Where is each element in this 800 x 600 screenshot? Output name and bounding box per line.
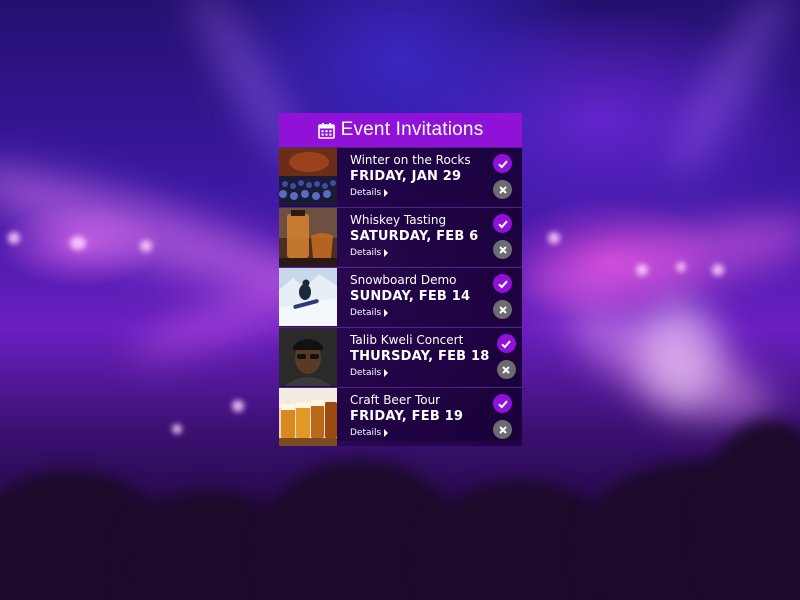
details-link[interactable]: Details (350, 186, 486, 200)
event-actions (486, 148, 522, 206)
event-info: Talib Kweli Concert THURSDAY, FEB 18 Det… (337, 328, 490, 386)
details-link[interactable]: Details (350, 366, 490, 380)
caret-right-icon (384, 369, 389, 377)
close-icon (498, 245, 507, 254)
event-row: Winter on the Rocks FRIDAY, JAN 29 Detai… (279, 147, 522, 206)
event-invitations-widget: Event Invitations Winter on the Rocks FR… (279, 113, 522, 446)
event-date: FRIDAY, JAN 29 (350, 169, 462, 184)
event-name: Winter on the Rocks (350, 153, 471, 167)
event-info: Craft Beer Tour FRIDAY, FEB 19 Details (337, 388, 486, 446)
details-label: Details (350, 428, 382, 438)
details-link[interactable]: Details (350, 246, 486, 260)
event-row: Talib Kweli Concert THURSDAY, FEB 18 Det… (279, 327, 522, 386)
details-label: Details (350, 308, 382, 318)
event-thumbnail (279, 208, 337, 266)
event-row: Snowboard Demo SUNDAY, FEB 14 Details (279, 267, 522, 326)
caret-right-icon (384, 309, 389, 317)
accept-button[interactable] (493, 154, 512, 173)
close-icon (498, 185, 507, 194)
event-row: Craft Beer Tour FRIDAY, FEB 19 Details (279, 387, 522, 446)
check-icon (497, 400, 508, 408)
event-thumbnail (279, 148, 337, 206)
event-name: Talib Kweli Concert (350, 333, 464, 347)
close-icon (498, 425, 507, 434)
details-link[interactable]: Details (350, 306, 486, 320)
decline-button[interactable] (493, 420, 512, 439)
event-info: Snowboard Demo SUNDAY, FEB 14 Details (337, 268, 486, 326)
event-actions (486, 388, 522, 446)
details-label: Details (350, 368, 382, 378)
check-icon (501, 340, 511, 348)
check-icon (497, 220, 508, 228)
event-actions (490, 328, 526, 386)
caret-right-icon (384, 429, 389, 437)
widget-title: Event Invitations (340, 119, 484, 140)
close-icon (498, 305, 507, 314)
event-thumbnail (279, 388, 337, 446)
accept-button[interactable] (493, 394, 512, 413)
details-label: Details (350, 248, 382, 258)
details-label: Details (350, 188, 382, 198)
check-icon (497, 160, 508, 168)
event-actions (486, 208, 522, 266)
event-name: Craft Beer Tour (350, 393, 441, 407)
decline-button[interactable] (496, 360, 516, 379)
accept-button[interactable] (496, 334, 516, 353)
event-date: FRIDAY, FEB 19 (350, 409, 464, 424)
event-info: Whiskey Tasting SATURDAY, FEB 6 Details (337, 208, 486, 266)
event-name: Snowboard Demo (350, 273, 457, 287)
widget-header: Event Invitations (279, 113, 522, 147)
event-actions (486, 268, 522, 326)
event-date: SATURDAY, FEB 6 (350, 229, 479, 244)
decline-button[interactable] (493, 180, 512, 199)
caret-right-icon (384, 189, 389, 197)
decline-button[interactable] (493, 240, 512, 259)
accept-button[interactable] (493, 274, 512, 293)
event-date: SUNDAY, FEB 14 (350, 289, 471, 304)
event-thumbnail (279, 328, 337, 386)
decline-button[interactable] (493, 300, 512, 319)
event-name: Whiskey Tasting (350, 213, 447, 227)
caret-right-icon (384, 249, 389, 257)
close-icon (502, 365, 510, 374)
event-row: Whiskey Tasting SATURDAY, FEB 6 Details (279, 207, 522, 266)
check-icon (497, 280, 508, 288)
calendar-icon (317, 122, 335, 139)
event-date: THURSDAY, FEB 18 (350, 349, 490, 364)
event-info: Winter on the Rocks FRIDAY, JAN 29 Detai… (337, 148, 486, 206)
details-link[interactable]: Details (350, 426, 486, 440)
event-thumbnail (279, 268, 337, 326)
accept-button[interactable] (493, 214, 512, 233)
